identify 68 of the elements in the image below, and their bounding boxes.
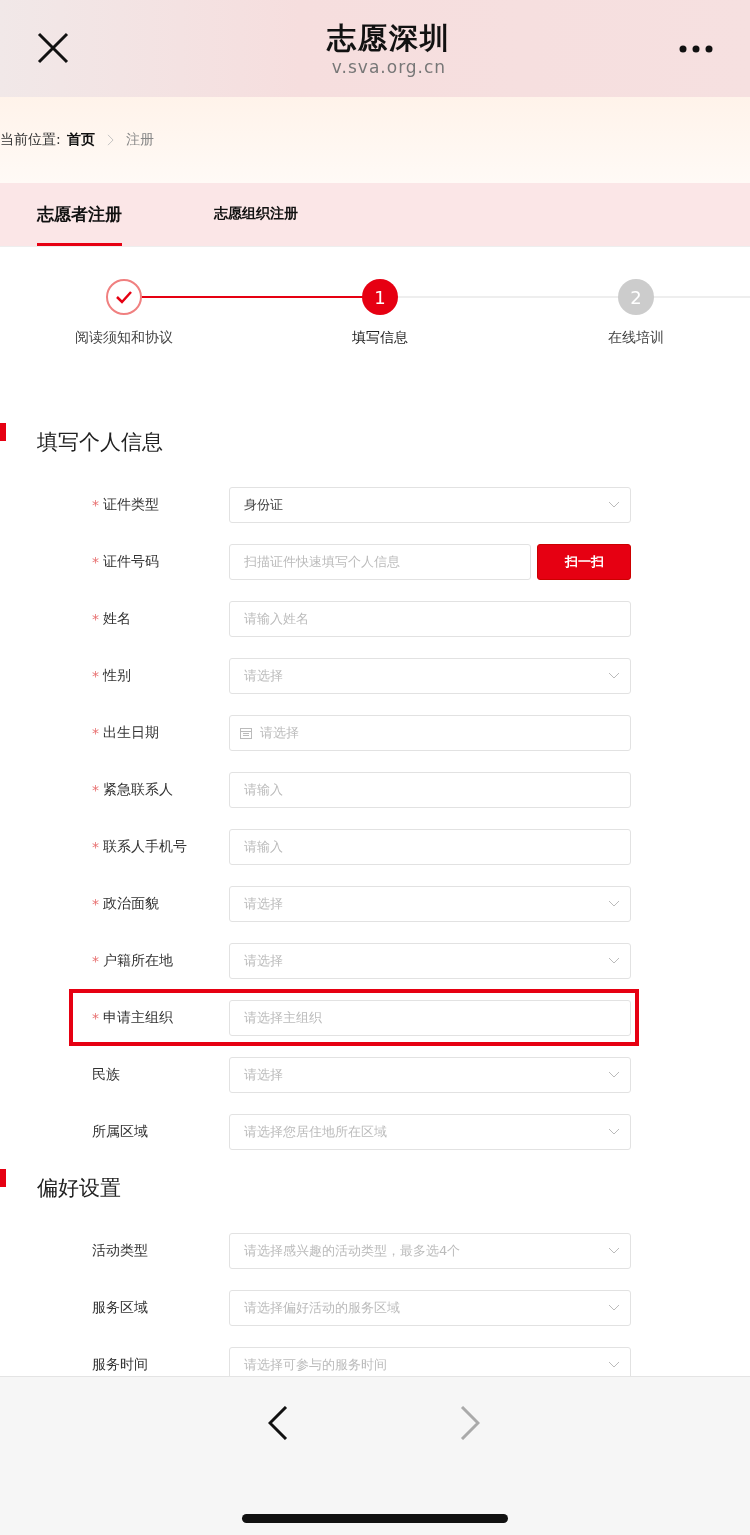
field-label: 证件号码 (103, 552, 159, 571)
breadcrumb-link[interactable]: 首页 (66, 131, 95, 149)
field-label: 民族 (92, 1065, 120, 1084)
section-marker (0, 1169, 6, 1187)
back-icon[interactable] (267, 1406, 288, 1440)
input-field[interactable]: 请选择主组织 (229, 999, 631, 1036)
field-label: 活动类型 (92, 1241, 148, 1260)
required-mark: * (92, 553, 100, 570)
section-title: 填写个人信息 (37, 429, 163, 456)
field-label: 性别 (103, 666, 131, 685)
required-mark: * (92, 781, 100, 798)
section-title: 偏好设置 (37, 1175, 121, 1202)
input-field[interactable]: 请输入 (229, 771, 631, 808)
breadcrumb-label: 当前位置: (0, 131, 61, 149)
select-field[interactable]: 请选择感兴趣的活动类型，最多选4个 (229, 1232, 631, 1269)
required-mark: * (92, 838, 100, 855)
select-field[interactable]: 请选择 (229, 1056, 631, 1093)
select-field[interactable]: 身份证 (229, 486, 631, 523)
calendar-icon (240, 726, 252, 739)
chevron-down-icon (608, 900, 620, 907)
chevron-down-icon (608, 1071, 620, 1078)
required-mark: * (92, 610, 100, 627)
select-field[interactable]: 请选择您居住地所在区域 (229, 1113, 631, 1150)
page-url: v.sva.org.cn (331, 55, 447, 78)
required-mark: * (92, 1009, 100, 1026)
chevron-down-icon (608, 1128, 620, 1135)
field-label: 联系人手机号 (103, 837, 187, 856)
required-mark: * (92, 724, 100, 741)
required-mark: * (92, 895, 100, 912)
field-label: 户籍所在地 (103, 951, 173, 970)
chevron-down-icon (608, 1304, 620, 1311)
field-label: 服务时间 (92, 1355, 148, 1374)
field-label: 紧急联系人 (103, 780, 173, 799)
scan-button[interactable]: 扫一扫 (537, 543, 631, 580)
required-mark: * (92, 667, 100, 684)
select-field[interactable]: 请选择 (229, 885, 631, 922)
select-field[interactable]: 请选择 (229, 942, 631, 979)
chevron-down-icon (608, 1361, 620, 1368)
chevron-icon (106, 134, 114, 146)
field-label: 申请主组织 (103, 1008, 173, 1027)
tab[interactable]: 志愿组织注册 (214, 183, 298, 246)
field-label: 出生日期 (103, 723, 159, 742)
date-field[interactable]: 请选择 (229, 714, 631, 751)
required-mark: * (92, 496, 100, 513)
input-field[interactable]: 扫描证件快速填写个人信息 (229, 543, 531, 580)
input-field[interactable]: 请输入 (229, 828, 631, 865)
field-label: 证件类型 (103, 495, 159, 514)
input-field[interactable]: 请输入姓名 (229, 600, 631, 637)
chevron-down-icon (608, 957, 620, 964)
required-mark: * (92, 952, 100, 969)
chevron-down-icon (608, 1247, 620, 1254)
select-field[interactable]: 请选择偏好活动的服务区域 (229, 1289, 631, 1326)
chevron-down-icon (608, 501, 620, 508)
field-label: 服务区域 (92, 1298, 148, 1317)
step-number: 1 (362, 279, 398, 315)
chevron-down-icon (608, 672, 620, 679)
section-marker (0, 423, 6, 441)
more-icon[interactable] (679, 44, 713, 53)
select-field[interactable]: 请选择 (229, 657, 631, 694)
tab[interactable]: 志愿者注册 (37, 183, 122, 246)
close-icon[interactable] (37, 31, 69, 64)
page-title: 志愿深圳 (327, 19, 451, 56)
field-label: 所属区域 (92, 1122, 148, 1141)
field-label: 姓名 (103, 609, 131, 628)
step-label: 在线培训 (608, 329, 664, 347)
field-label: 政治面貌 (103, 894, 159, 913)
step-label: 阅读须知和协议 (75, 329, 173, 347)
step-label: 填写信息 (352, 329, 408, 347)
